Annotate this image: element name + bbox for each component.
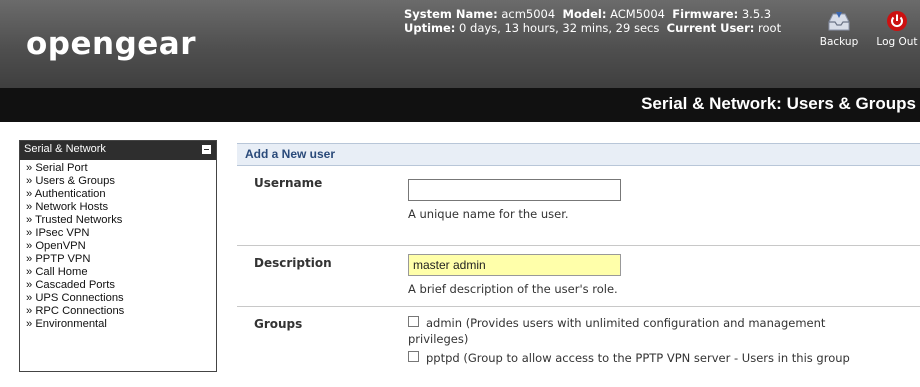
- description-hint: A brief description of the user's role.: [408, 282, 618, 296]
- sidebar-item-ipsec-vpn[interactable]: IPsec VPN: [26, 227, 216, 240]
- power-icon: [887, 11, 907, 31]
- pptpd-checkbox[interactable]: [408, 351, 419, 362]
- page-title: Serial & Network: Users & Groups: [641, 94, 916, 113]
- sidebar-title: Serial & Network: [24, 143, 106, 155]
- sidebar-header: Serial & Network: [20, 141, 216, 160]
- sidebar-item-environmental[interactable]: Environmental: [26, 318, 216, 331]
- sidebar-item-cascaded-ports[interactable]: Cascaded Ports: [26, 279, 216, 292]
- current-user-label: Current User:: [666, 21, 755, 35]
- section-title: Add a New user: [237, 143, 920, 166]
- sidebar-item-serial-port[interactable]: Serial Port: [26, 162, 216, 175]
- sidebar-item-call-home[interactable]: Call Home: [26, 266, 216, 279]
- sidebar-item-users-groups[interactable]: Users & Groups: [26, 175, 216, 188]
- top-header: opengear System Name: acm5004 Model: ACM…: [0, 0, 920, 88]
- sidebar-item-pptp-vpn[interactable]: PPTP VPN: [26, 253, 216, 266]
- sidebar-item-ups-connections[interactable]: UPS Connections: [26, 292, 216, 305]
- opengear-logo: opengear: [26, 26, 197, 62]
- username-row: Username A unique name for the user.: [237, 166, 920, 246]
- system-name-label: System Name:: [404, 7, 498, 21]
- groups-label: Groups: [254, 317, 303, 331]
- backup-button[interactable]: Backup: [818, 10, 860, 48]
- uptime-label: Uptime:: [404, 21, 456, 35]
- model-value: ACM5004: [610, 7, 665, 21]
- description-input[interactable]: master admin: [408, 254, 621, 276]
- username-input[interactable]: [408, 179, 621, 201]
- backup-label: Backup: [819, 36, 859, 48]
- system-name-value: acm5004: [501, 7, 556, 21]
- firmware-value: 3.5.3: [741, 7, 772, 21]
- sidebar-menu: Serial & Network Serial Port Users & Gro…: [19, 140, 217, 372]
- sidebar-item-network-hosts[interactable]: Network Hosts: [26, 201, 216, 214]
- backup-icon: [828, 12, 850, 31]
- sidebar-list: Serial Port Users & Groups Authenticatio…: [20, 160, 216, 331]
- uptime-value: 0 days, 13 hours, 32 mins, 29 secs: [459, 21, 660, 35]
- username-label: Username: [254, 176, 323, 190]
- title-bar: Serial & Network: Users & Groups: [0, 88, 920, 122]
- pptpd-group-text: pptpd (Group to allow access to the PPTP…: [426, 351, 850, 365]
- admin-group-option[interactable]: admin (Provides users with unlimited con…: [408, 315, 920, 331]
- groups-row: Groups admin (Provides users with unlimi…: [237, 307, 920, 387]
- current-user-value: root: [758, 21, 782, 35]
- admin-checkbox[interactable]: [408, 316, 419, 327]
- description-label: Description: [254, 256, 332, 270]
- system-info: System Name: acm5004 Model: ACM5004 Firm…: [404, 7, 781, 35]
- pptpd-group-option[interactable]: pptpd (Group to allow access to the PPTP…: [408, 350, 920, 366]
- description-row: Description master admin A brief descrip…: [237, 246, 920, 307]
- sidebar-item-trusted-networks[interactable]: Trusted Networks: [26, 214, 216, 227]
- admin-group-text: admin (Provides users with unlimited con…: [426, 316, 826, 330]
- username-hint: A unique name for the user.: [408, 207, 569, 221]
- sidebar-item-authentication[interactable]: Authentication: [26, 188, 216, 201]
- minimize-icon[interactable]: [202, 145, 211, 154]
- firmware-label: Firmware:: [672, 7, 739, 21]
- sidebar-item-rpc-connections[interactable]: RPC Connections: [26, 305, 216, 318]
- admin-group-text-cont: privileges): [408, 332, 469, 346]
- sidebar-item-openvpn[interactable]: OpenVPN: [26, 240, 216, 253]
- logout-button[interactable]: Log Out: [874, 10, 920, 48]
- logout-label: Log Out: [876, 36, 918, 48]
- add-user-form: Add a New user Username A unique name fo…: [237, 143, 920, 387]
- model-label: Model:: [562, 7, 607, 21]
